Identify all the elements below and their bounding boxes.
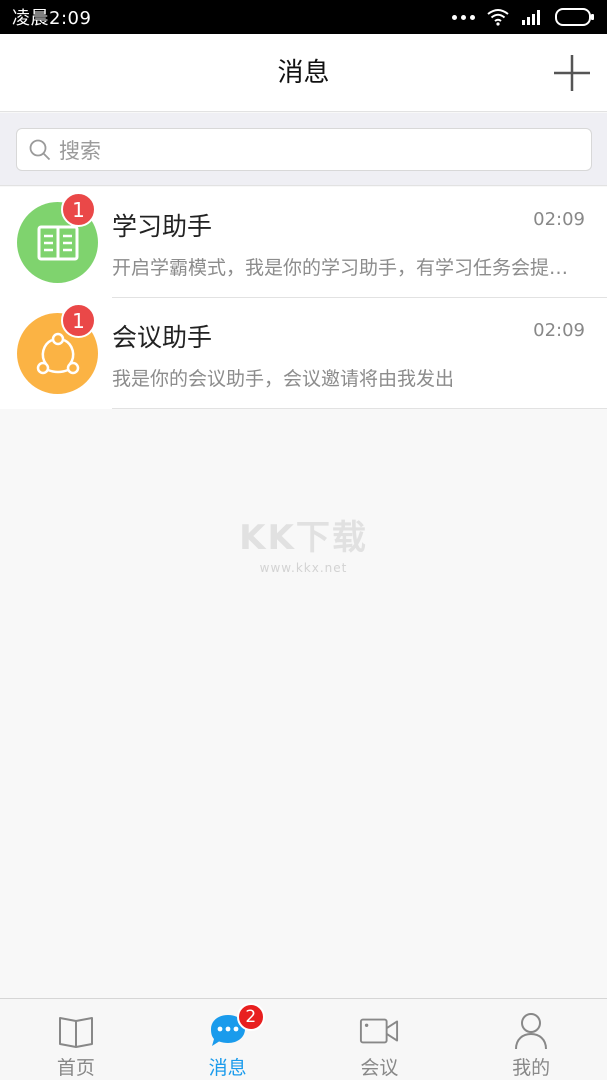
conversation-item-meeting-assistant[interactable]: 1 会议助手 02:09 我是你的会议助手，会议邀请将由我发出 (0, 298, 607, 409)
top-navigation-bar: 消息 (0, 34, 607, 112)
bottom-tab-bar: 首页 消息 2 会议 我的 (0, 998, 607, 1080)
unread-badge: 1 (61, 192, 96, 227)
conversation-time: 02:09 (533, 320, 585, 341)
watermark: KK下载 www.kkx.net (0, 510, 607, 575)
conversation-preview: 我是你的会议助手，会议邀请将由我发出 (112, 368, 455, 390)
video-camera-icon (360, 1018, 399, 1044)
search-input[interactable]: 搜索 (16, 128, 592, 171)
conversation-name: 会议助手 (112, 323, 213, 352)
search-icon (29, 139, 51, 160)
add-button[interactable] (553, 54, 591, 92)
share-network-icon (36, 332, 79, 374)
tab-label: 会议 (360, 1057, 399, 1079)
conversation-list: 1 学习助手 02:09 开启学霸模式，我是你的学习助手，有学习任务会提醒你哦 … (0, 187, 607, 409)
conversation-name: 学习助手 (112, 212, 213, 241)
search-bar-container: 搜索 (0, 113, 607, 186)
status-icons (452, 8, 595, 26)
tab-label: 我的 (512, 1057, 551, 1079)
tab-unread-badge: 2 (236, 1003, 265, 1031)
book-icon (37, 225, 78, 260)
battery-icon (555, 8, 594, 26)
conversation-preview: 开启学霸模式，我是你的学习助手，有学习任务会提醒你哦 (112, 257, 578, 279)
tab-home[interactable]: 首页 (0, 999, 152, 1080)
status-bar: 凌晨2:09 (0, 0, 607, 34)
tab-meetings[interactable]: 会议 (304, 999, 456, 1080)
unread-badge: 1 (61, 303, 96, 338)
tab-messages[interactable]: 消息 2 (152, 999, 304, 1080)
page-title: 消息 (277, 58, 330, 88)
wifi-icon (487, 9, 509, 26)
conversation-item-study-assistant[interactable]: 1 学习助手 02:09 开启学霸模式，我是你的学习助手，有学习任务会提醒你哦 (0, 187, 607, 298)
tab-label: 消息 (208, 1057, 247, 1079)
search-placeholder: 搜索 (59, 138, 101, 163)
watermark-url: www.kkx.net (259, 561, 348, 575)
divider (112, 408, 607, 409)
conversation-time: 02:09 (533, 209, 585, 230)
tab-label: 首页 (56, 1057, 95, 1079)
tab-profile[interactable]: 我的 (455, 999, 607, 1080)
book-open-icon (58, 1017, 93, 1048)
status-time: 凌晨2:09 (12, 8, 92, 29)
signal-icon (522, 10, 540, 25)
watermark-logo: KK下载 (239, 518, 368, 558)
person-icon (515, 1013, 548, 1050)
more-dots-icon (452, 14, 475, 20)
